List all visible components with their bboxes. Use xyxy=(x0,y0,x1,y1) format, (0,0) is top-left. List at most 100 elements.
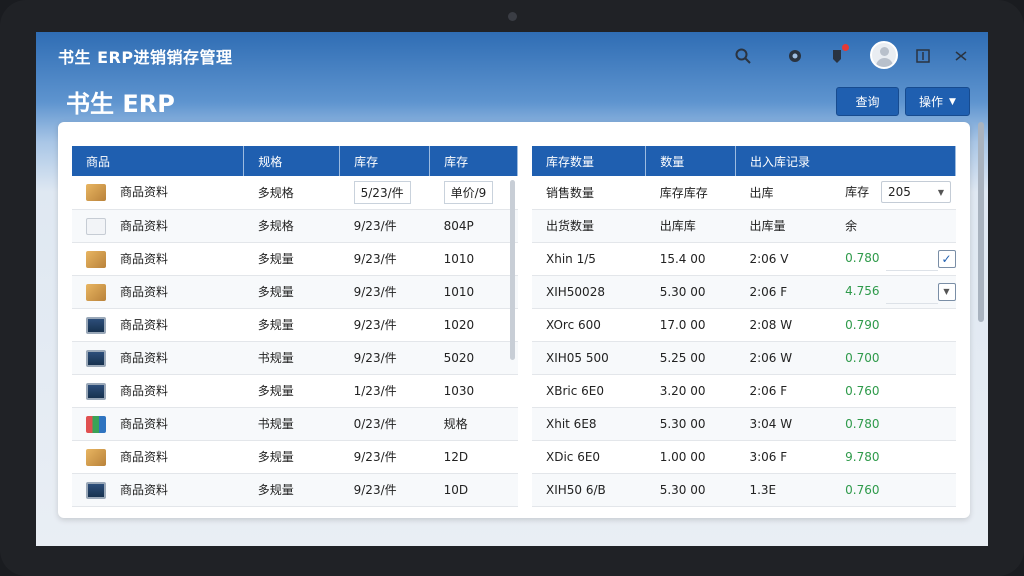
table-row[interactable]: XOrc 600 17.0 00 2:08 W 0.790 xyxy=(532,308,956,342)
price-value: 1030 xyxy=(443,383,475,398)
column-header[interactable]: 库存 xyxy=(429,146,518,176)
table-row[interactable]: 商品资料 多规量 9/23/件 12D xyxy=(72,440,518,474)
stock-value[interactable]: 5/23/件 xyxy=(353,180,411,204)
filter-select-value: 205 xyxy=(887,185,911,200)
product-name: 商品资料 xyxy=(120,317,169,332)
table-cell: 5.30 00 xyxy=(645,407,736,441)
table-row[interactable]: Xhit 6E8 5.30 00 3:04 W 0.780 xyxy=(532,407,956,441)
chart-icon xyxy=(86,415,106,433)
amount-value: 0.760 xyxy=(845,482,880,497)
column-header[interactable]: 数量 xyxy=(645,146,736,176)
table-row[interactable]: 商品资料 书规量 0/23/件 规格 xyxy=(72,407,518,441)
checkbox[interactable]: ✓ xyxy=(937,249,956,268)
avatar[interactable] xyxy=(870,41,898,69)
monitor-icon xyxy=(86,481,106,499)
table-cell: 5020 xyxy=(429,341,518,375)
table-cell: 0.780 xyxy=(831,407,956,441)
price-value[interactable]: 单价/9 xyxy=(443,180,494,204)
table-cell: 商品资料 xyxy=(72,341,244,375)
table-cell: 商品资料 xyxy=(72,407,244,441)
filter-select[interactable]: 205 ▼ xyxy=(880,181,951,204)
table-row[interactable]: XBric 6E0 3.20 00 2:06 F 0.760 xyxy=(532,374,956,408)
table-row[interactable]: 商品资料 多规量 9/23/件 1020 xyxy=(72,308,518,342)
table-cell: 多规量 xyxy=(243,308,340,342)
table-row[interactable]: 商品资料 多规格 9/23/件 804P xyxy=(72,209,518,243)
column-header[interactable]: 商品 xyxy=(72,146,245,176)
table-cell: 书规量 xyxy=(243,341,340,375)
column-header[interactable]: 出入库记录 xyxy=(735,146,957,176)
action-button-label: 操作 xyxy=(919,95,944,109)
table-row[interactable]: 商品资料 多规量 9/23/件 10D xyxy=(72,473,518,507)
table-cell: XBric 6E0 xyxy=(532,374,646,408)
table-row[interactable]: XIH50 6/B 5.30 00 1.3E 0.760 xyxy=(532,473,956,507)
table-cell: 1.3E xyxy=(735,473,832,507)
table-row[interactable]: Xhin 1/5 15.4 00 2:06 V 0.780 ✓ xyxy=(532,242,956,276)
column-header[interactable]: 规格 xyxy=(243,146,341,176)
table-cell: 多规量 xyxy=(243,374,340,408)
table-cell: 3:04 W xyxy=(735,407,832,441)
table-cell: 多规格 xyxy=(243,209,340,243)
app-title: 书生 ERP进销销存管理 xyxy=(58,48,233,67)
table-row[interactable]: 商品资料 多规格 5/23/件 单价/9 xyxy=(72,176,518,210)
table-cell: 3:06 F xyxy=(735,440,832,474)
stock-value: 9/23/件 xyxy=(353,285,397,299)
dropdown-toggle[interactable]: ▼ xyxy=(937,282,956,301)
table-cell: 商品资料 xyxy=(72,209,244,243)
table-row[interactable]: 商品资料 多规量 1/23/件 1030 xyxy=(72,374,518,408)
table-row[interactable]: XDic 6E0 1.00 00 3:06 F 9.780 xyxy=(532,440,956,474)
table-row[interactable]: XIH05 500 5.25 00 2:06 W 0.700 xyxy=(532,341,956,375)
table-cell: 2:06 F xyxy=(735,374,832,408)
monitor-icon xyxy=(86,316,106,334)
table-cell: 单价/9 xyxy=(429,176,518,210)
chevron-down-icon: ▼ xyxy=(937,187,944,197)
price-value: 804P xyxy=(443,218,474,233)
query-button[interactable]: 查询 xyxy=(836,87,899,116)
table-cell: 出库量 xyxy=(735,209,832,243)
table-row[interactable]: 商品资料 多规量 9/23/件 1010 xyxy=(72,242,518,276)
table-row[interactable]: 商品资料 书规量 9/23/件 5020 xyxy=(72,341,518,375)
product-name: 商品资料 xyxy=(120,383,169,398)
box-icon xyxy=(86,250,106,268)
table-cell: 9/23/件 xyxy=(339,341,430,375)
table-cell: 0.780 ✓ xyxy=(831,242,956,276)
table-cell: 5/23/件 xyxy=(339,176,430,210)
table-cell: 5.25 00 xyxy=(645,341,736,375)
table-cell: 库存 205 ▼ xyxy=(831,176,956,210)
table-row[interactable]: 商品资料 多规量 9/23/件 1010 xyxy=(72,275,518,309)
table-scrollbar[interactable] xyxy=(510,180,515,360)
window-icon[interactable] xyxy=(912,45,934,67)
table-cell: 9/23/件 xyxy=(339,440,430,474)
stock-value: 9/23/件 xyxy=(353,219,397,233)
monitor-icon xyxy=(86,382,106,400)
gear-icon[interactable] xyxy=(784,45,806,67)
table-cell: XDic 6E0 xyxy=(532,440,646,474)
column-header[interactable]: 库存数量 xyxy=(532,146,647,176)
product-name: 商品资料 xyxy=(120,251,169,266)
page-scrollbar[interactable] xyxy=(978,122,984,322)
action-dropdown-button[interactable]: 操作 ▼ xyxy=(905,87,970,116)
table-cell: XIH50028 xyxy=(532,275,646,309)
product-name: 商品资料 xyxy=(120,185,169,200)
table-cell: 商品资料 xyxy=(72,308,244,342)
product-name: 商品资料 xyxy=(120,482,169,497)
amount-value: 0.700 xyxy=(845,350,880,365)
close-icon[interactable] xyxy=(950,45,972,67)
value-input[interactable] xyxy=(885,280,938,304)
table-row[interactable]: 销售数量 库存库存 出库 库存 205 ▼ xyxy=(532,176,956,210)
search-icon[interactable] xyxy=(732,45,754,67)
table-cell: 0.790 xyxy=(831,308,956,342)
table-cell: Xhit 6E8 xyxy=(532,407,646,441)
value-input[interactable] xyxy=(885,247,938,271)
table-row[interactable]: XIH50028 5.30 00 2:06 F 4.756 ▼ xyxy=(532,275,956,309)
table-cell: 1010 xyxy=(429,242,518,276)
table-cell: 4.756 ▼ xyxy=(831,275,956,309)
price-value: 1010 xyxy=(443,251,475,266)
table-cell: 9/23/件 xyxy=(339,242,430,276)
table-row[interactable]: 出货数量 出库库 出库量 余 xyxy=(532,209,956,243)
column-header[interactable]: 库存 xyxy=(339,146,431,176)
price-value: 规格 xyxy=(443,417,468,431)
title-bar: 书生 ERP进销销存管理 xyxy=(36,32,988,80)
chevron-down-icon: ▼ xyxy=(949,96,956,107)
table-cell: XOrc 600 xyxy=(532,308,646,342)
product-name: 商品资料 xyxy=(120,350,169,365)
